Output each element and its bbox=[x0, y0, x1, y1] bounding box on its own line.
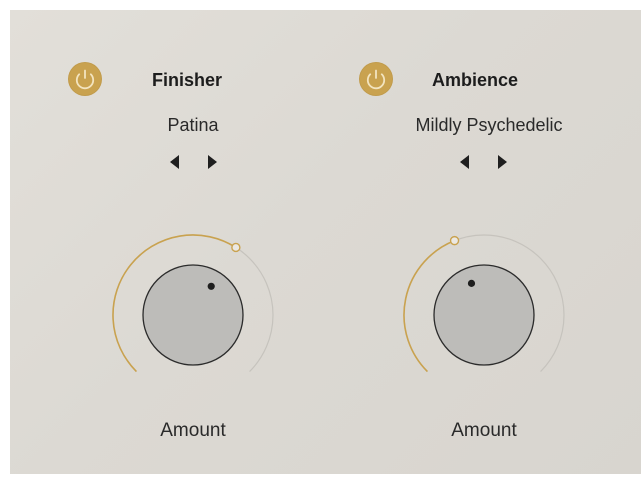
finisher-amount-label: Amount bbox=[160, 420, 226, 441]
power-icon bbox=[366, 69, 386, 90]
finisher-title: Finisher bbox=[152, 70, 223, 90]
ambience-power-button[interactable] bbox=[359, 62, 393, 96]
power-icon bbox=[75, 69, 95, 90]
ambience-prev-preset-button[interactable] bbox=[460, 155, 469, 169]
finisher-amount-handle bbox=[231, 242, 241, 253]
ambience-amount-handle bbox=[449, 235, 460, 246]
finisher-amount-knob[interactable] bbox=[103, 223, 283, 403]
ambience-amount-knob[interactable] bbox=[394, 223, 574, 403]
finisher-next-preset-button[interactable] bbox=[208, 155, 217, 169]
ambience-next-preset-button[interactable] bbox=[498, 155, 507, 169]
finisher-preset-name: Patina bbox=[167, 115, 219, 135]
ambience-knob-body bbox=[433, 264, 535, 366]
finisher-power-button[interactable] bbox=[68, 62, 102, 96]
ambience-knob-indicator bbox=[467, 279, 476, 287]
ambience-preset-name: Mildly Psychedelic bbox=[415, 115, 563, 135]
finisher-knob-indicator bbox=[207, 282, 215, 290]
ambience-amount-label: Amount bbox=[451, 420, 517, 441]
finisher-prev-preset-button[interactable] bbox=[170, 155, 179, 169]
ambience-title: Ambience bbox=[432, 70, 519, 90]
finisher-knob-body bbox=[142, 264, 244, 366]
